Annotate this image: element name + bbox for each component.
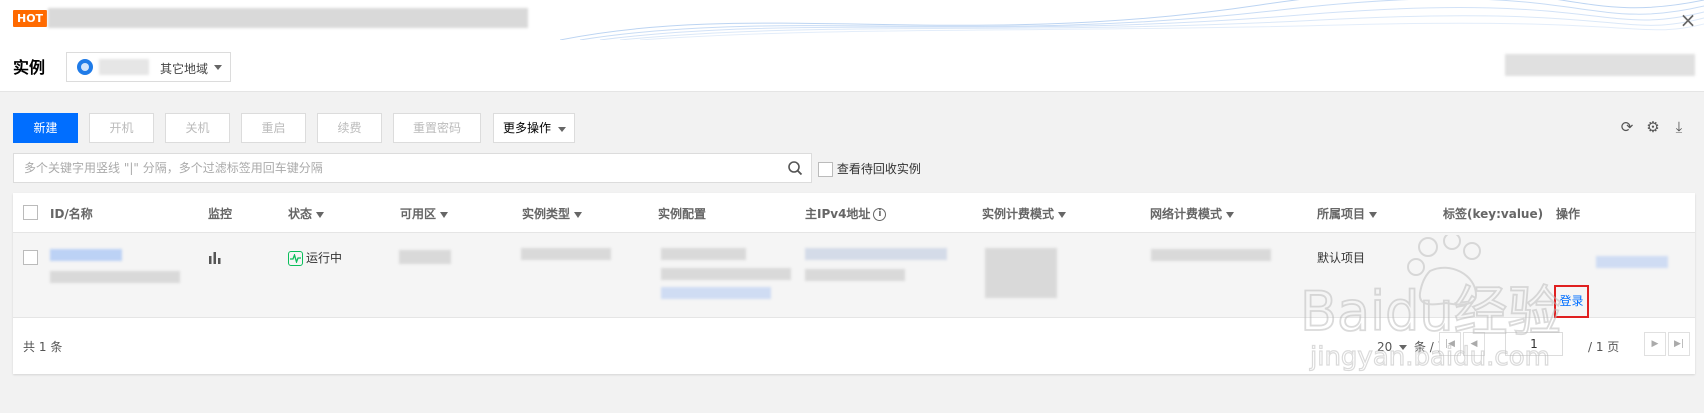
power-on-button[interactable]: 开机 [89, 113, 154, 143]
recycle-checkbox[interactable] [818, 162, 833, 177]
filter-icon[interactable] [316, 211, 325, 218]
status-cell: 运行中 [288, 249, 342, 266]
col-project-label: 所属项目 [1317, 207, 1366, 221]
col-network-billing[interactable]: 网络计费模式 [1150, 205, 1235, 222]
filter-icon[interactable] [1058, 211, 1067, 218]
col-ipv4-label: 主IPv4地址 [805, 207, 871, 221]
top-banner: HOT × [0, 0, 1704, 40]
col-config: 实例配置 [658, 207, 707, 221]
chevron-down-icon [558, 127, 566, 132]
config-obscured-1 [661, 248, 746, 260]
total-prefix: 共 [23, 340, 36, 354]
next-page-icon[interactable]: ▶ [1644, 332, 1666, 356]
pagination-bar: 共 1 条 20 条 / 页 |◀ ◀ 1 / 1 页 ▶ ▶| [13, 318, 1695, 374]
chevron-down-icon [214, 65, 222, 70]
col-zone-label: 可用区 [400, 207, 437, 221]
region-globe-icon [77, 59, 93, 75]
page-header: 实例 其它地域 [0, 40, 1704, 92]
banner-text-obscured [48, 8, 528, 28]
more-actions-label: 更多操作 [503, 121, 552, 135]
region-select[interactable]: 其它地域 [66, 52, 231, 82]
col-network-billing-label: 网络计费模式 [1150, 207, 1223, 221]
refresh-icon[interactable]: ⟳ [1617, 117, 1637, 137]
col-status-label: 状态 [288, 207, 313, 221]
restart-button[interactable]: 重启 [241, 113, 306, 143]
col-billing-mode-label: 实例计费模式 [982, 207, 1055, 221]
region-name-obscured [99, 59, 149, 75]
total-pages: / 1 页 [1588, 340, 1620, 354]
ipv4-obscured-2 [805, 269, 905, 281]
reset-password-button[interactable]: 重置密码 [393, 113, 481, 143]
col-zone[interactable]: 可用区 [400, 205, 449, 222]
create-button[interactable]: 新建 [13, 113, 78, 143]
col-ipv4: 主IPv4地址 i [805, 205, 887, 222]
page-number-input[interactable]: 1 [1505, 332, 1563, 356]
select-all-checkbox[interactable] [23, 205, 38, 220]
page-title: 实例 [13, 58, 46, 77]
search-icon[interactable] [787, 160, 803, 176]
total-suffix: 条 [50, 340, 63, 354]
filter-icon[interactable] [1369, 211, 1378, 218]
col-instance-type-label: 实例类型 [522, 207, 571, 221]
account-info-obscured [1505, 54, 1695, 76]
col-actions: 操作 [1556, 207, 1581, 221]
instance-name-obscured [50, 271, 180, 283]
monitor-chart-icon[interactable] [208, 250, 222, 264]
col-id-name: ID/名称 [50, 207, 93, 221]
status-text: 运行中 [306, 251, 343, 265]
billing-obscured [985, 248, 1057, 298]
row-checkbox[interactable] [23, 250, 38, 265]
hot-badge: HOT [13, 10, 48, 27]
renew-button[interactable]: 续费 [317, 113, 382, 143]
chevron-down-icon [1399, 345, 1408, 350]
recycle-label: 查看待回收实例 [836, 162, 921, 176]
config-obscured-2 [661, 268, 791, 280]
search-input[interactable] [14, 154, 774, 182]
banner-decoration [560, 0, 1704, 40]
login-link[interactable]: 登录 [1554, 285, 1589, 318]
project-cell: 默认项目 [1317, 251, 1366, 265]
instance-type-obscured [521, 248, 611, 260]
total-count: 共 1 条 [23, 338, 62, 355]
instance-id-obscured[interactable] [50, 249, 122, 261]
close-icon[interactable]: × [1676, 8, 1700, 32]
filter-icon[interactable] [574, 211, 583, 218]
col-status[interactable]: 状态 [288, 205, 325, 222]
filter-icon[interactable] [440, 211, 449, 218]
page-size-value: 20 [1377, 340, 1393, 354]
col-tags: 标签(key:value) [1443, 207, 1544, 221]
instance-table: ID/名称 监控 状态 可用区 实例类型 实例配置 主IPv4地址 i 实例计费模… [13, 193, 1695, 374]
total-count-value: 1 [38, 340, 47, 354]
col-project[interactable]: 所属项目 [1317, 205, 1378, 222]
info-icon[interactable]: i [873, 208, 887, 221]
network-billing-obscured [1151, 249, 1271, 261]
config-obscured-3 [661, 287, 771, 299]
col-monitor: 监控 [208, 207, 233, 221]
power-off-button[interactable]: 关机 [165, 113, 230, 143]
search-box [13, 153, 812, 183]
recycle-toggle[interactable]: 查看待回收实例 [818, 160, 921, 177]
zone-obscured [399, 250, 451, 264]
more-actions-obscured[interactable] [1596, 256, 1668, 268]
running-status-icon [288, 251, 303, 266]
ipv4-obscured-1[interactable] [805, 248, 947, 260]
download-icon[interactable]: ⤓ [1669, 117, 1689, 137]
filter-icon[interactable] [1226, 211, 1235, 218]
region-label: 其它地域 [160, 62, 209, 76]
first-page-icon[interactable]: |◀ [1439, 332, 1461, 356]
table-header: ID/名称 监控 状态 可用区 实例类型 实例配置 主IPv4地址 i 实例计费模… [13, 193, 1695, 233]
table-row: 运行中 默认项目 登录 [13, 233, 1695, 318]
gear-icon[interactable]: ⚙ [1643, 117, 1663, 137]
last-page-icon[interactable]: ▶| [1668, 332, 1690, 356]
more-actions-button[interactable]: 更多操作 [493, 113, 575, 143]
prev-page-icon[interactable]: ◀ [1463, 332, 1485, 356]
col-instance-type[interactable]: 实例类型 [522, 205, 583, 222]
col-billing-mode[interactable]: 实例计费模式 [982, 205, 1067, 222]
